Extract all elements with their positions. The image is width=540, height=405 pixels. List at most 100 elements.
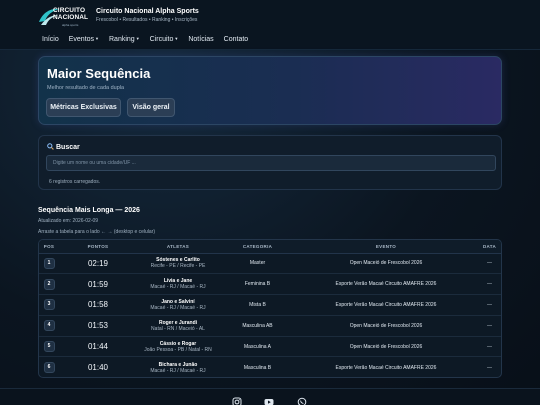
column-header-category[interactable]: CATEGORIA <box>219 240 296 254</box>
date-cell: — <box>476 253 501 275</box>
athletes-location: Macaé - RJ / Macaé - RJ <box>150 367 206 374</box>
exclusive-metrics-button[interactable]: Métricas Exclusivas <box>46 98 121 117</box>
ranking-title: Sequência Mais Longa — 2026 <box>38 207 140 214</box>
updated-date: Atualizado em: 2026-02-09 <box>38 218 99 224</box>
position-badge: 4 <box>43 320 55 332</box>
date-cell: — <box>476 294 501 316</box>
points-cell: 02:19 <box>59 253 137 275</box>
nav-item-contato[interactable]: Contato <box>224 36 249 43</box>
column-header-points[interactable]: PONTOS <box>59 240 137 254</box>
table-row[interactable]: 2 01:59 Lívia e Jane Macaé - RJ / Macaé -… <box>39 273 501 296</box>
athletes-location: Natal - RN / Maceió - AL <box>151 325 205 332</box>
category-cell: Masculina B <box>243 364 272 371</box>
pos-cell: 5 <box>39 336 59 358</box>
athletes-location: Macaé - RJ / Macaé - RJ <box>150 304 206 311</box>
table-row[interactable]: 5 01:44 Cássio e Rogar João Pessoa - PB /… <box>39 336 501 358</box>
records-count: 6 registros carregados. <box>49 179 101 185</box>
event-cell: Esporte Verão Macaé Circuito AMAFRE 2026 <box>296 294 476 316</box>
pos-cell: 6 <box>39 357 59 377</box>
points-cell: 01:40 <box>87 363 109 373</box>
athletes-location: Recife - PE / Recife - PE <box>150 263 206 270</box>
table-row[interactable]: 3 01:58 Jano e Salviní Macaé - RJ / Macaé… <box>39 294 501 316</box>
logo-wordmark: CIRCUITO NACIONAL <box>53 7 89 21</box>
main-nav: Início Eventos▼ Ranking▼ Circuito▼ Notíc… <box>42 36 258 43</box>
event-cell: Open Maceió de Frescobol 2026 <box>296 315 476 337</box>
position-badge: 5 <box>43 341 55 353</box>
date-cell: — <box>476 315 501 337</box>
event-cell: Open Maceió de Frescobol 2026 <box>296 336 476 358</box>
athletes-cell: Roger e Jurandi Natal - RN / Maceió - AL <box>137 315 219 337</box>
athletes-cell: Cássio e Rogar João Pessoa - PB / Natal -… <box>137 336 219 358</box>
nav-label: Notícias <box>188 36 214 43</box>
category-cell: Feminina B <box>219 273 296 296</box>
caret-down-icon: ▼ <box>174 36 179 41</box>
nav-label: Ranking <box>109 36 135 43</box>
ranking-table-container[interactable]: POS PONTOS ATLETAS CATEGORIA EVENTO DATA… <box>38 239 502 378</box>
nav-item-inicio[interactable]: Início <box>42 36 59 43</box>
overview-button[interactable]: Visão geral <box>127 98 175 117</box>
search-icon <box>47 143 54 150</box>
nav-item-noticias[interactable]: Notícias <box>188 36 213 43</box>
nav-label: Início <box>42 36 59 43</box>
column-header-event[interactable]: EVENTO <box>296 240 476 254</box>
logo-line-2: NACIONAL <box>53 13 89 21</box>
pos-cell: 1 <box>39 253 59 275</box>
category-cell: Masculina AB <box>219 315 296 337</box>
site-subtitle: Frescobol • Resultados • Ranking • Inscr… <box>96 17 198 23</box>
points-cell: 01:58 <box>59 294 137 316</box>
table-row[interactable]: 4 01:53 Roger e Jurandi Natal - RN / Mace… <box>39 315 501 337</box>
search-heading: Buscar <box>47 143 80 151</box>
points-cell: 01:53 <box>59 315 137 337</box>
search-input[interactable] <box>46 155 496 171</box>
nav-label: Eventos <box>68 36 95 43</box>
nav-label: Contato <box>223 36 249 43</box>
youtube-icon[interactable] <box>264 397 274 405</box>
footer <box>0 388 540 405</box>
nav-item-circuito[interactable]: Circuito▼ <box>150 36 179 43</box>
search-title: Buscar <box>56 144 80 151</box>
hero-card: Maior Sequência Melhor resultado de cada… <box>38 56 502 125</box>
category-cell: Masculina A <box>219 336 296 358</box>
page-title: Maior Sequência <box>47 66 151 81</box>
whatsapp-icon[interactable] <box>297 397 307 405</box>
nav-label: Circuito <box>149 36 174 43</box>
position-badge: 1 <box>43 257 55 269</box>
position-badge: 2 <box>43 278 55 290</box>
athletes-location: Macaé - RJ / Macaé - RJ <box>150 284 206 291</box>
pos-cell: 3 <box>39 294 59 316</box>
caret-down-icon: ▼ <box>95 36 99 41</box>
event-cell: Esporte Verão Macaé Circuito AMAFRE 2026 <box>335 364 437 371</box>
date-cell: — <box>476 273 501 296</box>
points-cell: 01:44 <box>59 336 137 358</box>
ranking-table: POS PONTOS ATLETAS CATEGORIA EVENTO DATA… <box>39 240 501 377</box>
instagram-icon[interactable] <box>232 397 242 405</box>
table-row[interactable]: 6 01:40 Bichara e Junão Macaé - RJ / Maca… <box>39 357 501 377</box>
page-subtitle: Melhor resultado de cada dupla <box>47 85 125 91</box>
logo-tagline: alpha sports <box>62 23 79 27</box>
nav-item-eventos[interactable]: Eventos▼ <box>69 36 99 43</box>
event-cell: Esporte Verão Macaé Circuito AMAFRE 2026 <box>296 273 476 296</box>
athletes-cell: Lívia e Jane Macaé - RJ / Macaé - RJ <box>137 273 219 296</box>
event-cell: Open Maceió de Frescobol 2026 <box>296 253 476 275</box>
category-cell: Mista B <box>219 294 296 316</box>
nav-item-ranking[interactable]: Ranking▼ <box>109 36 140 43</box>
site-title: Circuito Nacional Alpha Sports <box>96 8 199 15</box>
category-cell: Master <box>219 253 296 275</box>
athletes-cell: Sóstenes e Carlito Recife - PE / Recife -… <box>137 253 219 275</box>
athletes-cell: Bichara e Junão Macaé - RJ / Macaé - RJ <box>137 357 219 377</box>
column-header-date[interactable]: DATA <box>476 240 501 254</box>
caret-down-icon: ▼ <box>135 36 140 41</box>
date-cell: — <box>487 364 492 371</box>
position-badge: 3 <box>43 299 55 311</box>
column-header-athletes[interactable]: ATLETAS <box>137 240 219 254</box>
column-header-pos[interactable]: POS <box>39 240 59 254</box>
table-row[interactable]: 1 02:19 Sóstenes e Carlito Recife - PE / … <box>39 253 501 275</box>
pos-cell: 4 <box>39 315 59 337</box>
athletes-cell: Jano e Salviní Macaé - RJ / Macaé - RJ <box>137 294 219 316</box>
scroll-hint: Arraste a tabela para o lado ← → (deskto… <box>38 229 156 235</box>
table-header-row: POS PONTOS ATLETAS CATEGORIA EVENTO DATA <box>39 240 501 254</box>
athletes-location: João Pessoa - PB / Natal - RN <box>144 346 212 353</box>
points-cell: 01:59 <box>59 273 137 296</box>
pos-cell: 2 <box>39 273 59 296</box>
date-cell: — <box>476 336 501 358</box>
